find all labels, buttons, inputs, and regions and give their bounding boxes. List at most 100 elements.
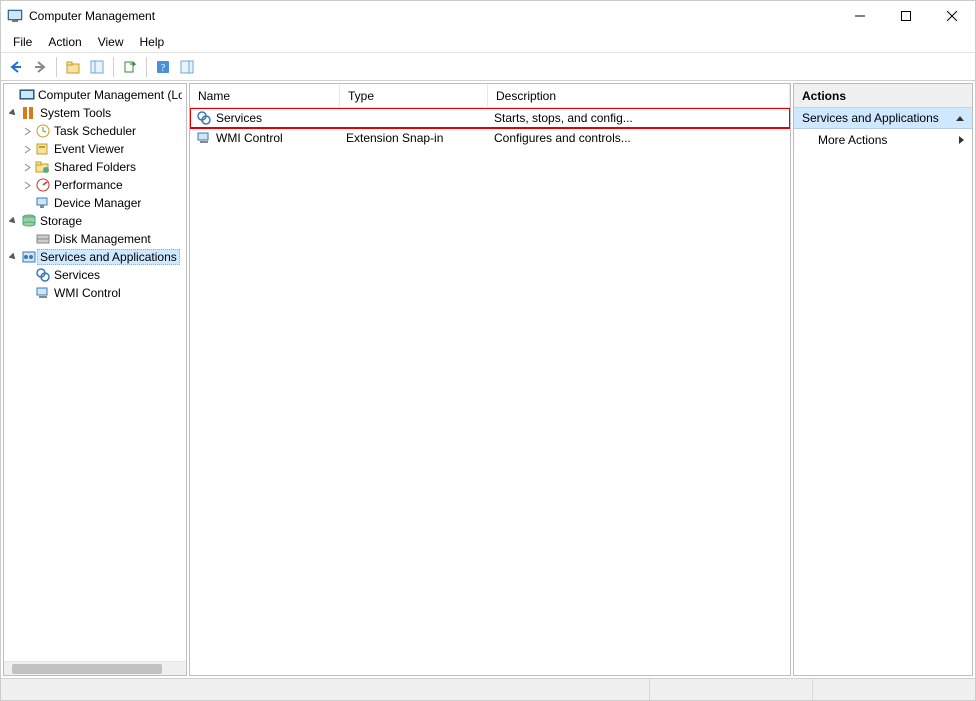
device-manager-icon [35, 195, 51, 211]
tree-label: Disk Management [54, 232, 151, 246]
list-row-services[interactable]: Services Starts, stops, and config... [190, 108, 790, 128]
tree-label: Computer Management (Local) [38, 88, 182, 102]
chevron-up-icon [956, 116, 964, 121]
event-viewer-icon [35, 141, 51, 157]
window-title: Computer Management [29, 9, 155, 23]
tree-label: System Tools [40, 106, 111, 120]
tree-pane: Computer Management (Local) System Tools… [3, 83, 187, 676]
menu-action[interactable]: Action [40, 33, 89, 51]
tree-node-wmi-control[interactable]: WMI Control [4, 284, 186, 302]
column-header-type[interactable]: Type [340, 84, 488, 107]
list-cell-description: Configures and controls... [488, 131, 790, 145]
menu-file[interactable]: File [5, 33, 40, 51]
expander-blank [20, 286, 34, 300]
actions-item-label: More Actions [818, 133, 887, 147]
services-icon [35, 267, 51, 283]
list-cell-name: WMI Control [216, 131, 283, 145]
storage-icon [21, 213, 37, 229]
expander-collapse-icon[interactable] [6, 106, 20, 120]
expander-expand-icon[interactable] [20, 142, 34, 156]
close-button[interactable] [929, 1, 975, 31]
wmi-control-icon [196, 130, 212, 146]
toolbar-separator [146, 57, 147, 77]
app-icon [7, 8, 23, 24]
main-area: Computer Management (Local) System Tools… [1, 81, 975, 678]
status-segment [650, 679, 813, 700]
tree-node-device-manager[interactable]: Device Manager [4, 194, 186, 212]
tree-node-services-applications[interactable]: Services and Applications [4, 248, 186, 266]
expander-blank [20, 268, 34, 282]
list-body[interactable]: Services Starts, stops, and config... WM… [190, 108, 790, 675]
help-button[interactable]: ? [152, 56, 174, 78]
expander-expand-icon[interactable] [20, 160, 34, 174]
tree-node-storage[interactable]: Storage [4, 212, 186, 230]
expander-icon[interactable] [4, 88, 18, 102]
tree-label: Event Viewer [54, 142, 124, 156]
tree-node-event-viewer[interactable]: Event Viewer [4, 140, 186, 158]
tree-label: Device Manager [54, 196, 141, 210]
services-icon [196, 110, 212, 126]
status-segment [1, 679, 650, 700]
list-pane: Name Type Description Services Starts, s… [189, 83, 791, 676]
tree-label: Services [54, 268, 100, 282]
tree-node-root[interactable]: Computer Management (Local) [4, 86, 186, 104]
tree-label: Shared Folders [54, 160, 136, 174]
computer-management-window: Computer Management File Action View Hel… [0, 0, 976, 701]
svg-text:?: ? [161, 63, 166, 74]
tree-node-services[interactable]: Services [4, 266, 186, 284]
tree-label: WMI Control [54, 286, 121, 300]
toolbar-separator [56, 57, 57, 77]
system-tools-icon [21, 105, 37, 121]
list-row-wmi-control[interactable]: WMI Control Extension Snap-in Configures… [190, 128, 790, 148]
tree-node-shared-folders[interactable]: Shared Folders [4, 158, 186, 176]
list-header: Name Type Description [190, 84, 790, 108]
computer-management-icon [19, 87, 35, 103]
minimize-button[interactable] [837, 1, 883, 31]
performance-icon [35, 177, 51, 193]
expander-expand-icon[interactable] [20, 178, 34, 192]
back-button[interactable] [5, 56, 27, 78]
toolbar: ? [1, 53, 975, 81]
forward-button[interactable] [29, 56, 51, 78]
expander-expand-icon[interactable] [20, 124, 34, 138]
tree-node-system-tools[interactable]: System Tools [4, 104, 186, 122]
chevron-right-icon [959, 136, 964, 144]
tree-node-performance[interactable]: Performance [4, 176, 186, 194]
actions-more-actions[interactable]: More Actions [794, 129, 972, 151]
list-cell-description: Starts, stops, and config... [488, 111, 790, 125]
column-header-name[interactable]: Name [190, 84, 340, 107]
expander-collapse-icon[interactable] [6, 250, 20, 264]
actions-group-label: Services and Applications [802, 111, 939, 125]
titlebar: Computer Management [1, 1, 975, 31]
statusbar [1, 678, 975, 700]
up-button[interactable] [62, 56, 84, 78]
wmi-control-icon [35, 285, 51, 301]
tree-node-disk-management[interactable]: Disk Management [4, 230, 186, 248]
expander-collapse-icon[interactable] [6, 214, 20, 228]
tree-label: Services and Applications [37, 249, 180, 265]
actions-group-header[interactable]: Services and Applications [794, 108, 972, 129]
tree-node-task-scheduler[interactable]: Task Scheduler [4, 122, 186, 140]
menubar: File Action View Help [1, 31, 975, 53]
tree-label: Storage [40, 214, 82, 228]
horizontal-scrollbar[interactable] [4, 661, 186, 675]
actions-pane-title: Actions [794, 84, 972, 108]
show-hide-action-pane-button[interactable] [176, 56, 198, 78]
column-header-description[interactable]: Description [488, 84, 790, 107]
list-cell-type: Extension Snap-in [340, 131, 488, 145]
status-segment [813, 679, 975, 700]
tree-label: Task Scheduler [54, 124, 136, 138]
expander-blank [20, 196, 34, 210]
menu-view[interactable]: View [90, 33, 132, 51]
list-cell-name: Services [216, 111, 262, 125]
actions-pane: Actions Services and Applications More A… [793, 83, 973, 676]
menu-help[interactable]: Help [132, 33, 173, 51]
export-list-button[interactable] [119, 56, 141, 78]
clock-icon [35, 123, 51, 139]
console-tree[interactable]: Computer Management (Local) System Tools… [4, 84, 186, 661]
expander-blank [20, 232, 34, 246]
maximize-button[interactable] [883, 1, 929, 31]
tree-label: Performance [54, 178, 123, 192]
services-apps-icon [21, 249, 37, 265]
show-hide-tree-button[interactable] [86, 56, 108, 78]
